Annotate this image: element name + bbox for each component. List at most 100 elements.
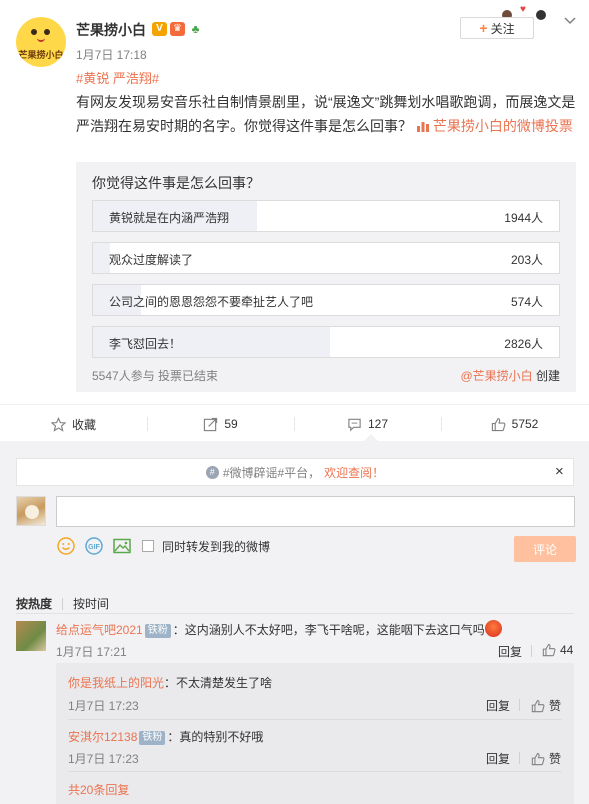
poll-option[interactable]: 观众过度解读了 203人 (92, 242, 560, 274)
poll-option-count: 1944人 (504, 211, 543, 225)
comment-tools: GIF 同时转发到我的微博 (56, 536, 270, 556)
comment-icon (348, 418, 361, 431)
avatar-brand-text: 芒果捞小白 (18, 50, 64, 60)
poll-option-count: 203人 (510, 253, 543, 267)
sub-reply-like-button[interactable]: 赞 (531, 697, 561, 714)
rumor-notice[interactable]: # #微博辟谣#平台， 欢迎查阅！ (16, 458, 574, 486)
sub-reply-user[interactable]: 安淇尔12138 (68, 730, 137, 744)
vip-crown-icon[interactable]: ♛ (170, 22, 185, 36)
hash-icon: # (205, 465, 219, 479)
comment-like-button[interactable]: 44 (542, 643, 573, 657)
notice-text: #微博辟谣#平台， (222, 465, 321, 480)
eye-right (44, 29, 50, 35)
poll-option[interactable]: 公司之间的恩恩怨怨不要牵扯艺人了吧 574人 (92, 284, 560, 316)
favorite-label: 收藏 (71, 417, 96, 432)
user-badges: V ♛ ♣ (152, 22, 203, 36)
poll-creator: @芒果捞小白 创建 (460, 367, 560, 384)
poll-option-count: 2826人 (504, 337, 543, 351)
comment-time: 1月7日 17:21 (56, 645, 127, 659)
emoji-icon[interactable] (56, 536, 76, 556)
poll-option-label: 观众过度解读了 (109, 253, 194, 267)
follow-button[interactable]: + 关注 (460, 17, 534, 39)
sub-reply-text: 安淇尔12138 铁粉 ：真的特别不好哦 (68, 728, 263, 745)
sort-by-hot[interactable]: 按热度 (16, 595, 52, 612)
divider (68, 771, 562, 772)
follow-label: 关注 (490, 21, 515, 36)
poll-option[interactable]: 黄锐就是在内涵严浩翔 1944人 (92, 200, 560, 232)
poll-creator-link[interactable]: @芒果捞小白 (460, 369, 532, 383)
divider (519, 752, 520, 764)
like-button[interactable]: 5752 (441, 405, 588, 443)
sub-replies: 你是我纸上的阳光：不太清楚发生了啥 1月7日 17:23 回复 赞 安淇尔121… (56, 663, 574, 804)
reply-button[interactable]: 回复 (486, 697, 510, 714)
post-text: 有网友发现易安音乐社自制情景剧里，说“展逸文”跳舞划水唱歌跑调，而展逸文是严浩翔… (76, 90, 576, 138)
thumbs-up-icon (531, 752, 545, 765)
reply-button[interactable]: 回复 (486, 750, 510, 767)
repost-button[interactable]: 59 (147, 405, 294, 443)
mouth (37, 37, 45, 42)
commenter-name[interactable]: 给点运气吧2021 (56, 623, 143, 637)
gif-icon[interactable]: GIF (84, 536, 104, 556)
favorite-button[interactable]: 收藏 (0, 405, 147, 443)
star-icon (50, 416, 66, 432)
like-count: 5752 (511, 417, 539, 431)
commenter-avatar[interactable] (16, 621, 46, 651)
dog-face-icon (25, 505, 39, 519)
poll-option-label: 李飞怼回去！ (109, 337, 182, 351)
poll-option-label: 黄锐就是在内涵严浩翔 (109, 211, 230, 225)
verified-icon[interactable]: V (152, 22, 167, 36)
close-icon[interactable]: × (555, 463, 564, 480)
sub-reply-like-label: 赞 (549, 699, 562, 713)
divider (62, 597, 64, 610)
sub-reply-time: 1月7日 17:23 (68, 752, 139, 766)
plant-icon[interactable]: ♣ (188, 22, 203, 36)
divider (16, 613, 574, 614)
poll-card: 你觉得这件事是怎么回事？ 黄锐就是在内涵严浩翔 1944人 观众过度解读了 20… (76, 162, 576, 392)
sync-repost-checkbox[interactable] (142, 540, 154, 552)
submit-comment-button[interactable]: 评论 (514, 536, 576, 562)
comment-count: 127 (367, 417, 389, 431)
repost-icon (204, 417, 218, 431)
chevron-down-icon[interactable] (563, 14, 577, 28)
comment-input[interactable] (56, 496, 575, 527)
poll-option[interactable]: 李飞怼回去！ 2826人 (92, 326, 560, 358)
sub-reply-user[interactable]: 你是我纸上的阳光 (68, 676, 164, 690)
sub-reply-like-label: 赞 (549, 752, 562, 766)
poll-creator-suffix: 创建 (532, 369, 560, 383)
poll-question: 你觉得这件事是怎么回事？ (92, 175, 260, 191)
user-name[interactable]: 芒果捞小白 (76, 20, 146, 40)
fan-badge: 铁粉 (139, 731, 166, 745)
svg-text:GIF: GIF (88, 544, 100, 551)
eye-left (31, 29, 37, 35)
my-avatar (16, 496, 46, 526)
poll-option-label: 公司之间的恩恩怨怨不要牵扯艺人了吧 (109, 295, 314, 309)
user-avatar[interactable]: 芒果捞小白 (16, 17, 66, 67)
poll-option-fill (93, 243, 111, 273)
hashtag-link[interactable]: #黄锐 严浩翔# (76, 68, 159, 87)
thumbs-up-icon (491, 417, 506, 431)
fan-badge: 铁粉 (144, 624, 171, 638)
mango-face-icon (28, 25, 54, 43)
angry-emoji-icon (484, 620, 502, 637)
reply-button[interactable]: 回复 (498, 643, 522, 660)
comment-text: 给点运气吧2021 铁粉 ：这内涵别人不太好吧，李飞干啥呢，这能咽下去这口气吗 (56, 620, 526, 640)
image-icon[interactable] (112, 536, 132, 556)
sub-reply-time: 1月7日 17:23 (68, 699, 139, 713)
divider (531, 645, 532, 657)
poll-footer: 5547人参与 投票已结束 (92, 369, 219, 383)
sub-reply-like-button[interactable]: 赞 (531, 750, 561, 767)
more-replies-link[interactable]: 共20条回复 (68, 781, 129, 798)
notice-link[interactable]: 欢迎查阅！ (324, 464, 384, 481)
divider (519, 699, 520, 711)
weibo-post: 芒果捞小白 芒果捞小白 V ♛ ♣ 1月7日 17:18 ♥ + 关注 #黄锐 … (0, 0, 589, 404)
action-bar: 收藏 59 127 5752 (0, 404, 589, 442)
comment-pointer (364, 434, 378, 441)
comment-like-count: 44 (560, 643, 574, 657)
sort-by-time[interactable]: 按时间 (73, 595, 109, 612)
sort-bar: 按热度 按时间 (16, 595, 109, 612)
thumbs-up-icon (531, 699, 545, 712)
vote-link[interactable]: 芒果捞小白的微博投票 (416, 118, 573, 134)
post-time[interactable]: 1月7日 17:18 (76, 46, 147, 63)
thumbs-up-icon (542, 644, 556, 657)
poll-icon (416, 122, 429, 132)
